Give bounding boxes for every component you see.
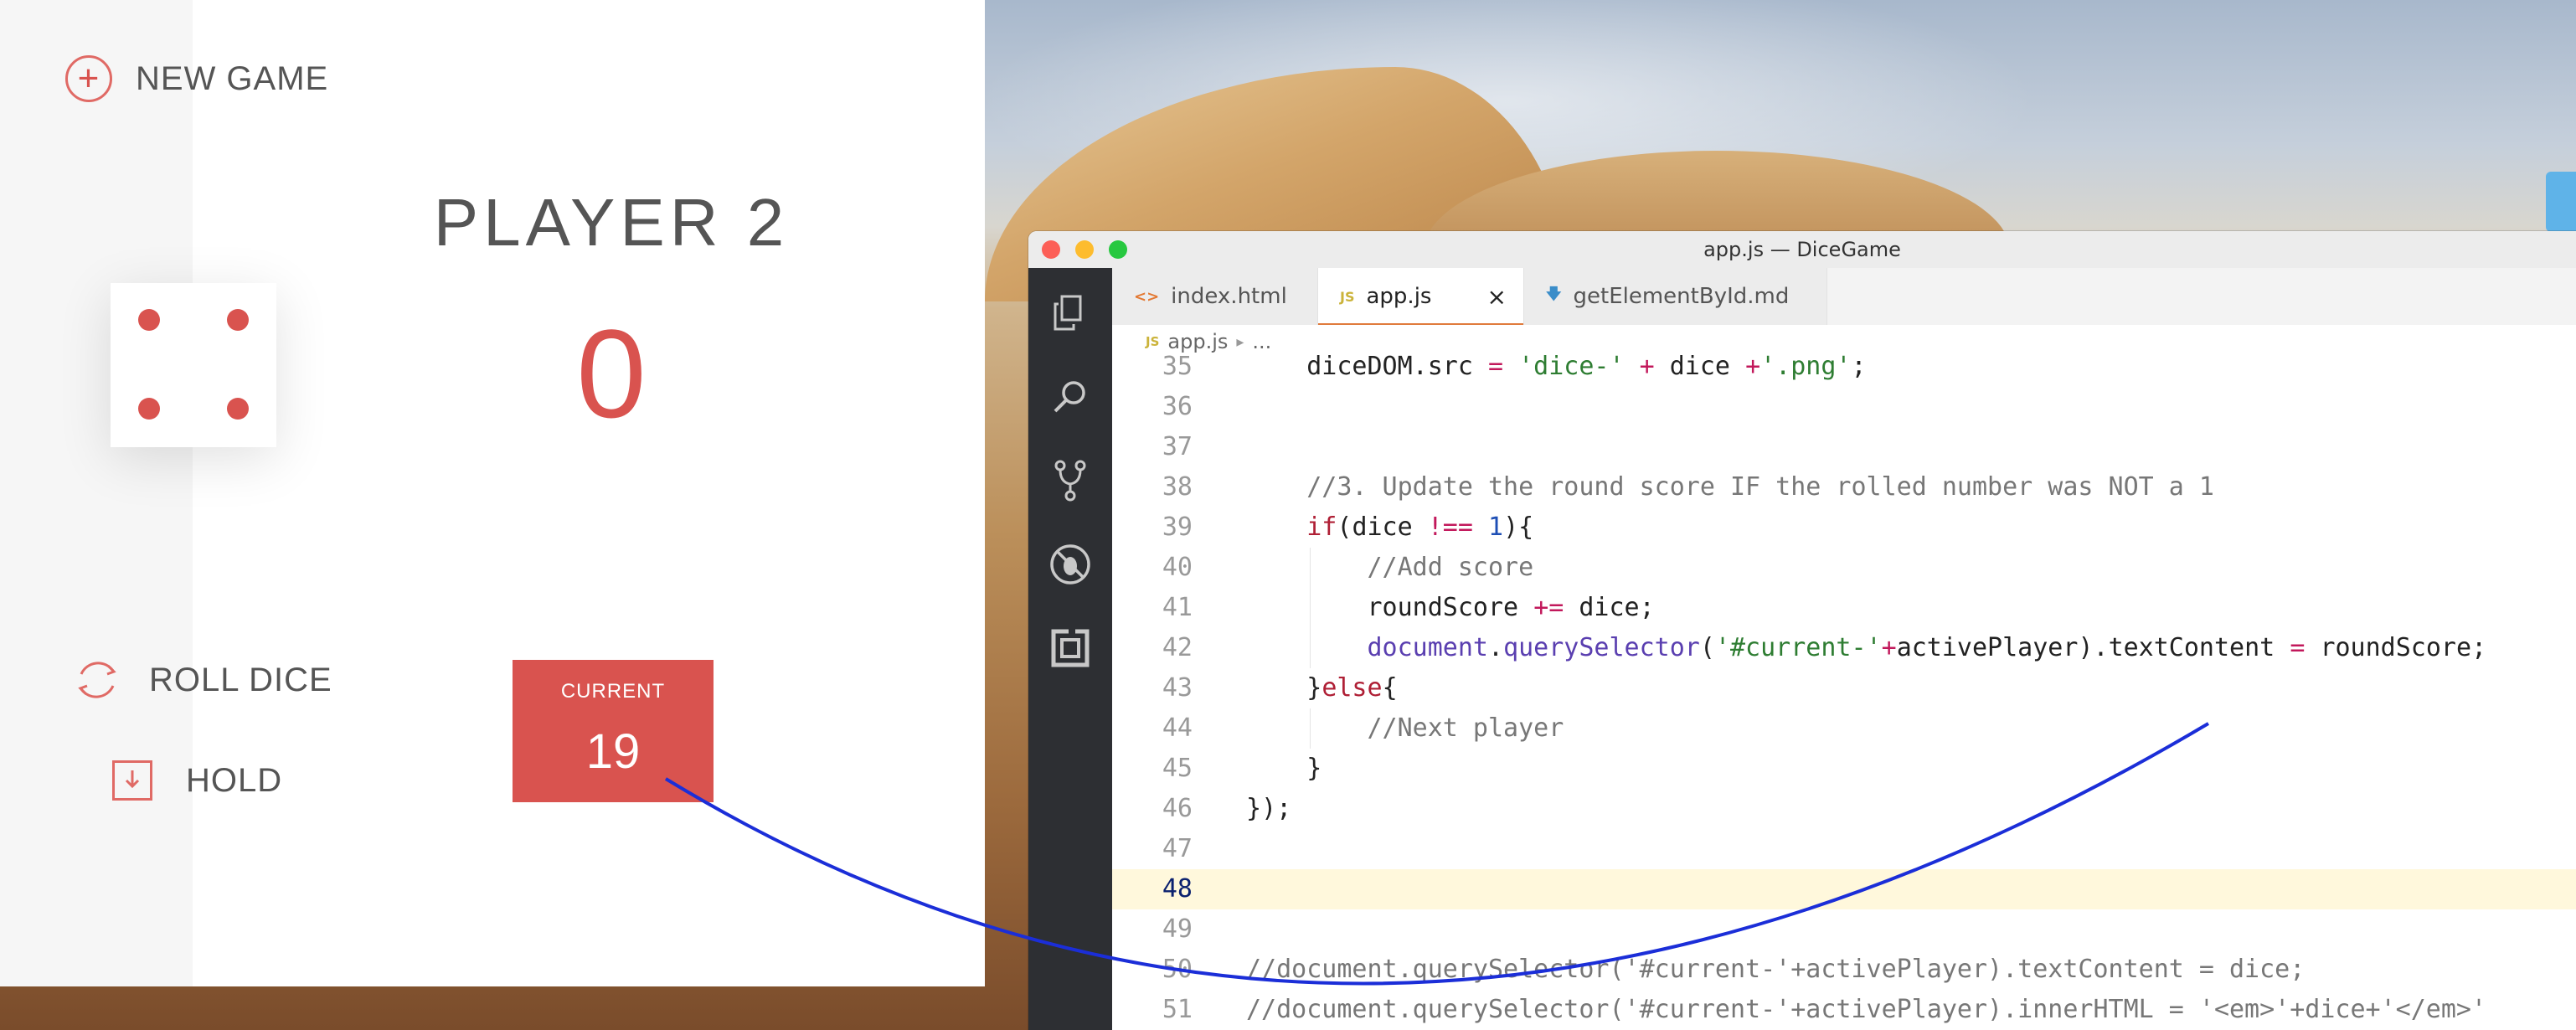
search-icon[interactable] (1043, 370, 1097, 424)
line-number: 50 (1162, 955, 1193, 984)
markdown-file-icon: 🡇 (1546, 286, 1562, 303)
dice-game-window: + NEW GAME PLAYER 2 0 ROLL DICE HOLD CUR… (0, 0, 985, 986)
tab-label: app.js (1366, 284, 1432, 309)
code-text: }else{ (1306, 673, 1398, 703)
dice-pip (138, 309, 160, 331)
code-text: roundScore += dice; (1367, 593, 1655, 622)
line-number: 35 (1162, 352, 1193, 381)
activity-bar (1028, 268, 1112, 1030)
code-line[interactable]: 39 if(dice !== 1){ (1112, 507, 2576, 548)
code-editor[interactable]: 35 diceDOM.src = 'dice-' + dice +'.png';… (1112, 352, 2576, 1030)
code-line[interactable]: 49 (1112, 909, 2576, 950)
line-number: 49 (1162, 914, 1193, 944)
code-line[interactable]: 45 } (1112, 749, 2576, 789)
player-score: 0 (576, 303, 647, 444)
tab-app-js[interactable]: JS app.js × (1318, 268, 1524, 326)
code-text: diceDOM.src = 'dice-' + dice +'.png'; (1306, 352, 1867, 381)
refresh-icon (70, 653, 124, 707)
code-line[interactable]: 46}); (1112, 789, 2576, 829)
code-text: if(dice !== 1){ (1306, 512, 1534, 542)
close-tab-icon[interactable]: × (1487, 283, 1507, 311)
code-text: //3. Update the round score IF the rolle… (1246, 472, 2214, 502)
code-line[interactable]: 38 //3. Update the round score IF the ro… (1112, 467, 2576, 507)
current-score-box: CURRENT 19 (513, 660, 714, 802)
code-editor-window: app.js — DiceGame <> index.html JS app.j… (1028, 231, 2576, 1030)
tab-index-html[interactable]: <> index.html (1112, 268, 1318, 325)
tab-label: getElementById.md (1573, 284, 1790, 309)
indent-guide (1310, 588, 1311, 628)
line-number: 41 (1162, 593, 1193, 622)
code-line[interactable]: 51 //document.querySelector('#current-'+a… (1112, 990, 2576, 1030)
line-number: 42 (1162, 633, 1193, 662)
window-titlebar: app.js — DiceGame (1028, 231, 2576, 269)
code-text: }); (1246, 794, 1292, 823)
tab-label: index.html (1171, 284, 1287, 309)
new-game-button[interactable]: + NEW GAME (65, 55, 328, 102)
indent-guide (1310, 628, 1311, 668)
line-number: 43 (1162, 673, 1193, 703)
line-number: 38 (1162, 472, 1193, 502)
code-text: //document.querySelector('#current-'+act… (1246, 955, 2306, 984)
tab-getelementbyid-md[interactable]: 🡇 getElementById.md (1524, 268, 1827, 325)
code-line[interactable]: 40 //Add score (1112, 548, 2576, 588)
code-line[interactable]: 36 (1112, 387, 2576, 427)
js-file-icon: JS (1340, 288, 1355, 305)
html-file-icon: <> (1134, 287, 1160, 306)
explorer-icon[interactable] (1043, 286, 1097, 340)
dice-image (111, 283, 276, 447)
line-number: 51 (1162, 995, 1193, 1024)
line-number: 45 (1162, 754, 1193, 783)
roll-dice-button[interactable]: ROLL DICE (70, 653, 332, 707)
line-number: 44 (1162, 713, 1193, 743)
background-window-edge (2546, 172, 2576, 232)
editor-tab-bar: <> index.html JS app.js × 🡇 getElementBy… (1112, 268, 2576, 326)
line-number: 40 (1162, 553, 1193, 582)
code-line[interactable]: 37 (1112, 427, 2576, 467)
dice-pip (227, 398, 249, 420)
code-text: //document.querySelector('#current-'+act… (1246, 995, 2487, 1024)
player-1-panel (0, 0, 193, 986)
download-icon (112, 760, 152, 801)
code-line[interactable]: 47 (1112, 829, 2576, 869)
code-line[interactable]: 44 //Next player (1112, 708, 2576, 749)
indent-guide (1310, 548, 1311, 588)
hold-label: HOLD (186, 761, 283, 799)
line-number: 37 (1162, 432, 1193, 461)
code-line[interactable]: 42 document.querySelector('#current-'+ac… (1112, 628, 2576, 668)
dice-pip (138, 398, 160, 420)
extensions-icon[interactable] (1043, 621, 1097, 675)
code-line[interactable]: 50 //document.querySelector('#current-'+a… (1112, 950, 2576, 990)
player-name: PLAYER 2 (433, 185, 790, 260)
hold-button[interactable]: HOLD (112, 760, 282, 801)
code-text: } (1306, 754, 1322, 783)
current-label: CURRENT (560, 680, 666, 703)
code-text: //Add score (1246, 553, 1534, 582)
code-line[interactable]: 35 diceDOM.src = 'dice-' + dice +'.png'; (1112, 347, 2576, 387)
debug-icon[interactable] (1043, 538, 1097, 591)
dice-pip (227, 309, 249, 331)
line-number: 47 (1162, 834, 1193, 863)
indent-guide (1310, 708, 1311, 749)
add-circle-icon: + (65, 55, 112, 102)
window-title: app.js — DiceGame (1703, 238, 1901, 261)
line-number: 39 (1162, 512, 1193, 542)
code-line[interactable]: 43 }else{ (1112, 668, 2576, 708)
line-number: 48 (1162, 874, 1193, 904)
code-line[interactable]: 41 roundScore += dice; (1112, 588, 2576, 628)
source-control-icon[interactable] (1043, 454, 1097, 507)
code-text: //Next player (1246, 713, 1564, 743)
line-number: 36 (1162, 392, 1193, 421)
code-text: document.querySelector('#current-'+activ… (1367, 633, 2487, 662)
current-score: 19 (585, 724, 641, 779)
code-line[interactable]: 48 (1112, 869, 2576, 909)
line-number: 46 (1162, 794, 1193, 823)
roll-dice-label: ROLL DICE (149, 661, 332, 698)
new-game-label: NEW GAME (136, 59, 329, 97)
